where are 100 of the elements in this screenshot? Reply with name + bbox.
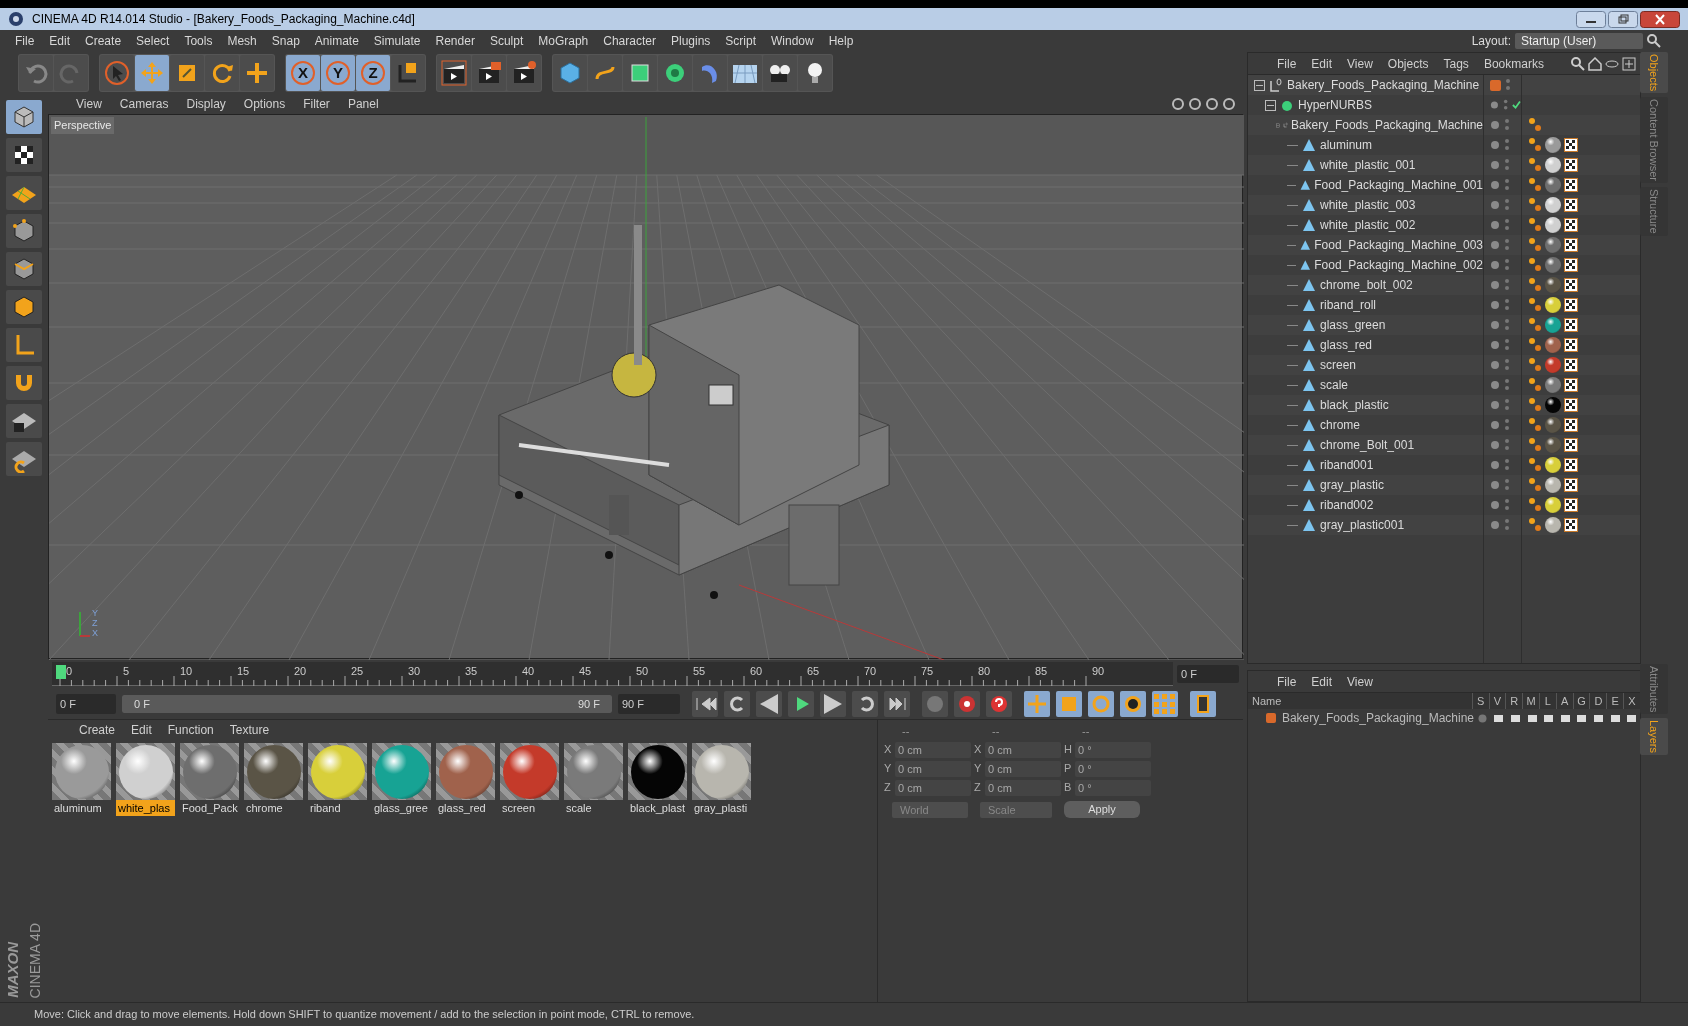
menu-item[interactable]: Filter — [295, 95, 338, 113]
menu-item[interactable]: File — [8, 32, 42, 50]
menu-item[interactable]: Edit — [42, 32, 78, 50]
render-view-button[interactable] — [437, 55, 471, 91]
floor-button[interactable] — [728, 55, 762, 91]
object-row[interactable]: glass_green — [1248, 315, 1640, 335]
render-visibility-dots-icon[interactable] — [1504, 198, 1510, 212]
render-visibility-dots-icon[interactable] — [1504, 138, 1510, 152]
side-tab[interactable]: Layers — [1639, 718, 1669, 756]
uvw-tag-icon[interactable] — [1564, 178, 1578, 192]
layer-render-icon[interactable] — [1510, 712, 1521, 724]
layer-lock-icon[interactable] — [1543, 712, 1555, 724]
uvw-tag-icon[interactable] — [1564, 398, 1578, 412]
phong-tag-icon[interactable] — [1528, 377, 1542, 393]
phong-tag-icon[interactable] — [1528, 317, 1542, 333]
end-frame-field[interactable]: 90 F — [618, 694, 680, 714]
axis-lock-button[interactable]: Z — [356, 55, 390, 91]
phong-tag-icon[interactable] — [1528, 337, 1542, 353]
editor-visibility-dot-icon[interactable] — [1490, 400, 1500, 410]
array-button[interactable] — [658, 55, 692, 91]
uvw-tag-icon[interactable] — [1564, 458, 1578, 472]
checkmark-icon[interactable] — [1512, 100, 1521, 110]
render-visibility-dots-icon[interactable] — [1504, 378, 1510, 392]
uvw-tag-icon[interactable] — [1564, 158, 1578, 172]
uvw-tag-icon[interactable] — [1564, 478, 1578, 492]
object-row[interactable]: chrome_Bolt_001 — [1248, 435, 1640, 455]
phong-tag-icon[interactable] — [1528, 237, 1542, 253]
editor-visibility-dot-icon[interactable] — [1490, 520, 1500, 530]
editor-visibility-dot-icon[interactable] — [1490, 280, 1500, 290]
render-visibility-dots-icon[interactable] — [1504, 418, 1510, 432]
object-row[interactable]: black_plastic — [1248, 395, 1640, 415]
axis-mode-button[interactable] — [6, 328, 42, 362]
editor-visibility-dot-icon[interactable] — [1490, 260, 1500, 270]
material-swatch[interactable]: chrome — [244, 743, 303, 816]
points-mode-button[interactable] — [6, 214, 42, 248]
uvw-tag-icon[interactable] — [1564, 438, 1578, 452]
menu-item[interactable]: File — [1270, 54, 1304, 73]
phong-tag-icon[interactable] — [1528, 137, 1542, 153]
editor-visibility-dot-icon[interactable] — [1490, 340, 1500, 350]
render-button[interactable] — [472, 55, 506, 91]
coordinate-field[interactable]: 0 cm — [985, 779, 1061, 796]
editor-visibility-dot-icon[interactable] — [1490, 480, 1500, 490]
menu-item[interactable]: Options — [235, 95, 294, 113]
editor-visibility-dot-icon[interactable] — [1490, 200, 1500, 210]
view-rotate-icon[interactable] — [1205, 97, 1219, 111]
cube-button[interactable] — [553, 55, 587, 91]
editor-visibility-dot-icon[interactable] — [1490, 180, 1500, 190]
phong-tag-icon[interactable] — [1528, 457, 1542, 473]
menu-item[interactable]: View — [1340, 54, 1380, 73]
new-panel-icon[interactable] — [1622, 56, 1636, 71]
phong-tag-icon[interactable] — [1528, 157, 1542, 173]
camera-button[interactable] — [763, 55, 797, 91]
uvw-tag-icon[interactable] — [1564, 498, 1578, 512]
deformer-button[interactable] — [693, 55, 727, 91]
menu-item[interactable]: Create — [72, 721, 123, 739]
render-visibility-dots-icon[interactable] — [1504, 518, 1510, 532]
coordinate-field[interactable]: 0 cm — [895, 741, 971, 758]
material-swatch[interactable]: scale — [564, 743, 623, 816]
menu-item[interactable]: Snap — [264, 32, 307, 50]
material-swatch[interactable]: riband — [308, 743, 367, 816]
apply-button[interactable]: Apply — [1064, 801, 1140, 818]
editor-visibility-dot-icon[interactable] — [1490, 500, 1500, 510]
coordinate-field[interactable]: 0 cm — [985, 760, 1061, 777]
menu-item[interactable]: Cameras — [111, 95, 177, 113]
uvw-tag-icon[interactable] — [1564, 258, 1578, 272]
polygons-mode-button[interactable] — [6, 290, 42, 324]
home-icon[interactable] — [1588, 56, 1602, 71]
render-visibility-dots-icon[interactable] — [1504, 398, 1510, 412]
phong-tag-icon[interactable] — [1528, 517, 1542, 533]
render-visibility-dots-icon[interactable] — [1504, 318, 1510, 332]
render-settings-button[interactable] — [507, 55, 541, 91]
editor-visibility-dot-icon[interactable] — [1490, 240, 1500, 250]
editor-visibility-dot-icon[interactable] — [1490, 420, 1500, 430]
uvw-tag-icon[interactable] — [1564, 378, 1578, 392]
menu-item[interactable]: Window — [764, 32, 821, 50]
editor-visibility-dot-icon[interactable] — [1490, 460, 1500, 470]
menu-item[interactable]: Edit — [124, 721, 159, 739]
material-swatch[interactable]: glass_red — [436, 743, 495, 816]
coordinate-field[interactable]: 0 ° — [1075, 741, 1151, 758]
view-move-icon[interactable] — [1171, 97, 1185, 111]
layer-view-icon[interactable] — [1493, 712, 1505, 724]
material-swatch[interactable]: white_plas — [116, 743, 175, 816]
render-visibility-dots-icon[interactable] — [1505, 78, 1511, 92]
coords-button[interactable] — [391, 55, 425, 91]
layer-xref-icon[interactable] — [1626, 712, 1638, 724]
menu-item[interactable]: Tags — [1436, 54, 1476, 73]
uvw-tag-icon[interactable] — [1564, 518, 1578, 532]
render-visibility-dots-icon[interactable] — [1504, 478, 1510, 492]
menu-item[interactable]: Mesh — [220, 32, 264, 50]
phong-tag-icon[interactable] — [1528, 297, 1542, 313]
editor-visibility-dot-icon[interactable] — [1490, 320, 1500, 330]
render-visibility-dots-icon[interactable] — [1504, 158, 1510, 172]
layer-expression-icon[interactable] — [1609, 712, 1621, 724]
menu-item[interactable]: MoGraph — [531, 32, 596, 50]
editor-visibility-dot-icon[interactable] — [1490, 100, 1499, 110]
last-frame-button[interactable] — [884, 691, 910, 717]
uvw-tag-icon[interactable] — [1564, 198, 1578, 212]
layer-color-swatch[interactable] — [1490, 79, 1501, 91]
render-visibility-dots-icon[interactable] — [1504, 118, 1510, 132]
coordinate-field[interactable]: 0 ° — [1075, 760, 1151, 777]
